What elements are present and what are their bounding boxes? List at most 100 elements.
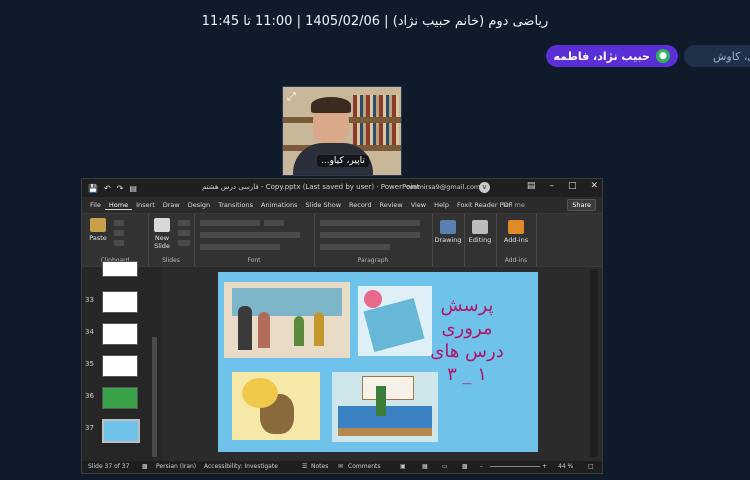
group-font: Font bbox=[194, 214, 315, 266]
list-row[interactable] bbox=[320, 220, 420, 226]
tab-animations[interactable]: Animations bbox=[257, 201, 302, 209]
participant-chip-other[interactable]: ی، کاوش bbox=[684, 45, 750, 67]
tab-slide-show[interactable]: Slide Show bbox=[302, 201, 345, 209]
new-slide-label: New Slide bbox=[154, 234, 170, 250]
person-hair bbox=[311, 97, 351, 113]
participant-other-label: ی، کاوش bbox=[713, 49, 750, 63]
notes-button[interactable]: Notes bbox=[311, 463, 328, 470]
group-drawing: Drawing bbox=[432, 214, 465, 266]
participant-chip-active[interactable]: ● حبیب نژاد، فاطمه bbox=[546, 45, 678, 67]
align-row[interactable] bbox=[320, 232, 420, 238]
format-painter-icon[interactable] bbox=[114, 240, 124, 246]
status-bar: Slide 37 of 37 ▩ Persian (Iran) Accessib… bbox=[82, 461, 602, 473]
ribbon-tabs: File Home Insert Draw Design Transitions… bbox=[82, 197, 602, 213]
document-title: فارسی درس هشتم - Copy.pptx (Last saved b… bbox=[202, 183, 420, 191]
tab-transitions[interactable]: Transitions bbox=[214, 201, 257, 209]
find-icon bbox=[472, 220, 488, 234]
thumbnail-scrollbar[interactable] bbox=[152, 337, 157, 457]
section-icon[interactable] bbox=[178, 240, 190, 246]
reading-view-icon[interactable]: ▭ bbox=[442, 463, 448, 470]
comments-button[interactable]: Comments bbox=[348, 463, 381, 470]
zoom-slider[interactable] bbox=[490, 466, 540, 467]
ppt-titlebar: 💾 ↶ ↷ ▤ فارسی درس هشتم - Copy.pptx (Last… bbox=[82, 179, 602, 197]
accessibility-status[interactable]: Accessibility: Investigate bbox=[204, 463, 278, 470]
spacing-row[interactable] bbox=[320, 244, 390, 250]
workspace: 33 34 35 36 37 پرسش مروری درس های ۱ _ ۳ bbox=[82, 261, 602, 461]
language-status[interactable]: Persian (Iran) bbox=[156, 463, 196, 470]
tab-home[interactable]: Home bbox=[104, 201, 133, 210]
thumbnail-row[interactable]: 37 bbox=[82, 419, 162, 443]
drawing-button[interactable]: Drawing bbox=[434, 220, 462, 244]
slide-sorter-icon[interactable]: ▦ bbox=[422, 463, 428, 470]
ribbon-display-icon[interactable]: ▤ bbox=[527, 181, 536, 191]
thumbnail-row[interactable]: 35 bbox=[82, 355, 162, 379]
slide-thumbnails-pane[interactable]: 33 34 35 36 37 bbox=[82, 261, 162, 461]
tab-draw[interactable]: Draw bbox=[159, 201, 184, 209]
tab-file[interactable]: File bbox=[82, 201, 105, 209]
zoom-level[interactable]: 44 % bbox=[558, 463, 573, 470]
tell-me-search[interactable]: Tell me bbox=[502, 201, 525, 209]
group-label: Slides bbox=[162, 257, 180, 264]
save-icon[interactable]: 💾 bbox=[88, 184, 98, 193]
comments-icon: ✉ bbox=[338, 463, 344, 470]
redo-icon[interactable]: ↷ bbox=[117, 184, 124, 193]
slide-title-text: پرسش مروری درس های ۱ _ ۳ bbox=[412, 294, 522, 386]
spellcheck-icon[interactable]: ▩ bbox=[142, 463, 148, 470]
close-icon[interactable]: ✕ bbox=[590, 181, 598, 191]
minimize-icon[interactable]: – bbox=[549, 181, 554, 191]
mic-icon: ● bbox=[656, 49, 670, 63]
slideshow-icon[interactable]: ▩ bbox=[462, 463, 468, 470]
webcam-video[interactable]: ⤢ تاپیر، کیاو... bbox=[282, 86, 402, 176]
font-format-row[interactable] bbox=[200, 232, 300, 238]
zoom-out-icon[interactable]: – bbox=[480, 463, 483, 470]
powerpoint-window[interactable]: 💾 ↶ ↷ ▤ فارسی درس هشتم - Copy.pptx (Last… bbox=[81, 178, 603, 474]
thumbnail-image bbox=[102, 355, 138, 377]
thumbnail-partial[interactable] bbox=[102, 261, 138, 277]
font-name-box[interactable] bbox=[200, 220, 260, 226]
normal-view-icon[interactable]: ▣ bbox=[400, 463, 406, 470]
tab-record[interactable]: Record bbox=[345, 201, 375, 209]
editing-button[interactable]: Editing bbox=[466, 220, 494, 244]
tab-review[interactable]: Review bbox=[375, 201, 406, 209]
thumbnail-row[interactable]: 33 bbox=[82, 291, 162, 315]
participant-active-label: حبیب نژاد، فاطمه bbox=[553, 49, 650, 63]
copy-icon[interactable] bbox=[114, 230, 124, 236]
new-slide-button[interactable]: New Slide bbox=[150, 218, 174, 250]
tab-insert[interactable]: Insert bbox=[132, 201, 159, 209]
slide-text-line: مروری bbox=[441, 318, 493, 339]
group-clipboard: Paste Clipboard bbox=[82, 214, 149, 266]
addins-button[interactable]: Add-ins bbox=[500, 220, 532, 244]
slide-text-line: ۱ _ ۳ bbox=[447, 364, 487, 385]
present-icon[interactable]: ▤ bbox=[129, 184, 137, 193]
paste-button[interactable]: Paste bbox=[86, 218, 110, 242]
reset-icon[interactable] bbox=[178, 230, 190, 236]
expand-icon[interactable]: ⤢ bbox=[287, 91, 299, 103]
font-size-box[interactable] bbox=[264, 220, 284, 226]
ribbon-home: Paste Clipboard New Slide Slides Font bbox=[82, 213, 602, 267]
thumbnail-image bbox=[102, 323, 138, 345]
account-email: nmmirsa9@gmail.com bbox=[407, 183, 481, 191]
avatar[interactable]: v bbox=[479, 182, 490, 193]
layout-icon[interactable] bbox=[178, 220, 190, 226]
tab-design[interactable]: Design bbox=[184, 201, 214, 209]
fit-slide-icon[interactable]: □ bbox=[588, 463, 594, 470]
tab-view[interactable]: View bbox=[407, 201, 430, 209]
undo-icon[interactable]: ↶ bbox=[104, 184, 111, 193]
slide-scrollbar[interactable] bbox=[590, 269, 598, 457]
editing-label: Editing bbox=[468, 236, 492, 244]
zoom-in-icon[interactable]: + bbox=[542, 463, 547, 470]
slide-canvas[interactable]: پرسش مروری درس های ۱ _ ۳ bbox=[218, 272, 538, 452]
maximize-icon[interactable]: □ bbox=[568, 181, 577, 191]
drawing-label: Drawing bbox=[434, 236, 462, 244]
thumbnail-row[interactable]: 34 bbox=[82, 323, 162, 347]
share-button[interactable]: Share bbox=[567, 199, 596, 211]
thumbnail-number: 36 bbox=[85, 392, 94, 400]
cut-icon[interactable] bbox=[114, 220, 124, 226]
group-paragraph: Paragraph bbox=[314, 214, 433, 266]
new-slide-icon bbox=[154, 218, 170, 232]
thumbnail-image bbox=[102, 291, 138, 313]
font-color-row[interactable] bbox=[200, 244, 280, 250]
illustration-bear bbox=[232, 372, 320, 440]
thumbnail-row[interactable]: 36 bbox=[82, 387, 162, 411]
tab-help[interactable]: Help bbox=[430, 201, 453, 209]
